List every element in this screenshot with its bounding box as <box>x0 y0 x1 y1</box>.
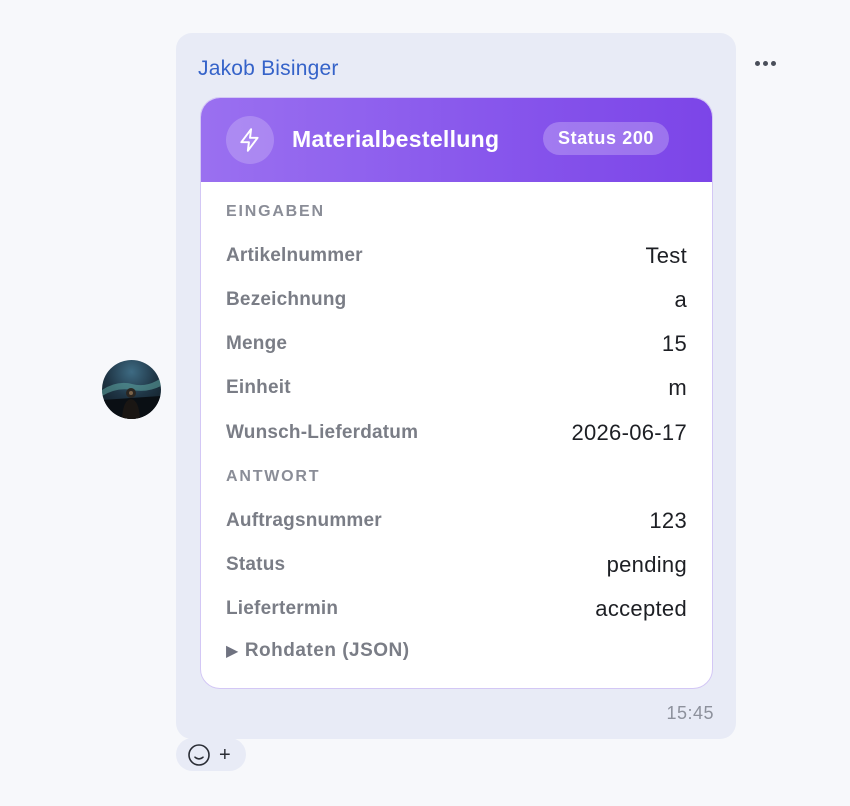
card-header: Materialbestellung Status 200 <box>201 98 712 182</box>
lightning-bolt-icon <box>226 116 274 164</box>
chat-view: Jakob Bisinger Materialbestellung Status… <box>0 0 850 806</box>
input-row-wunsch-lieferdatum: Wunsch-Lieferdatum 2026-06-17 <box>226 418 687 448</box>
input-row-einheit: Einheit m <box>226 373 687 403</box>
field-label: Auftragsnummer <box>226 510 382 531</box>
response-section-label: ANTWORT <box>226 468 321 485</box>
message-timestamp: 15:45 <box>666 703 714 723</box>
field-label: Menge <box>226 333 288 354</box>
field-label: Liefertermin <box>226 598 339 619</box>
field-label: Einheit <box>226 377 291 398</box>
user-photo <box>102 378 161 419</box>
input-row-artikelnummer: Artikelnummer Test <box>226 241 687 271</box>
smiley-icon <box>188 743 210 766</box>
input-row-bezeichnung: Bezeichnung a <box>226 285 687 315</box>
sender-name[interactable]: Jakob Bisinger <box>198 57 339 81</box>
more-dot <box>762 60 768 66</box>
raw-json-toggle[interactable]: ▶ Rohdaten (JSON) <box>226 640 410 662</box>
add-reaction-button[interactable]: + <box>176 738 246 771</box>
field-value: m <box>668 375 687 400</box>
field-value: 15 <box>661 331 687 356</box>
response-row-liefertermin: Liefertermin accepted <box>226 594 687 624</box>
card-title: Materialbestellung <box>292 126 500 152</box>
plus-label: + <box>219 743 231 766</box>
message-bubble: Jakob Bisinger Materialbestellung Status… <box>176 33 736 739</box>
disclosure-triangle-icon: ▶ <box>226 643 239 660</box>
more-dot <box>770 60 776 66</box>
field-label: Status <box>226 554 286 575</box>
response-row-auftragsnummer: Auftragsnummer 123 <box>226 506 687 536</box>
field-value: a <box>674 287 687 312</box>
inputs-section-label: EINGABEN <box>226 203 325 220</box>
field-value: Test <box>645 243 687 268</box>
raw-json-label: Rohdaten (JSON) <box>244 640 410 661</box>
tool-result-card: Materialbestellung Status 200 EINGABEN A… <box>200 97 713 689</box>
response-row-status: Status pending <box>226 550 687 580</box>
field-value: 123 <box>649 508 687 533</box>
more-horizontal-icon <box>754 60 760 66</box>
field-value: pending <box>606 552 687 577</box>
field-label: Wunsch-Lieferdatum <box>226 422 419 443</box>
field-value: 2026-06-17 <box>571 420 687 445</box>
field-value: accepted <box>595 596 687 621</box>
status-badge: Status 200 <box>543 122 670 155</box>
input-row-menge: Menge 15 <box>226 329 687 359</box>
avatar[interactable] <box>102 360 161 419</box>
field-label: Bezeichnung <box>226 289 347 310</box>
more-options-button[interactable] <box>748 48 782 78</box>
field-label: Artikelnummer <box>226 245 363 266</box>
